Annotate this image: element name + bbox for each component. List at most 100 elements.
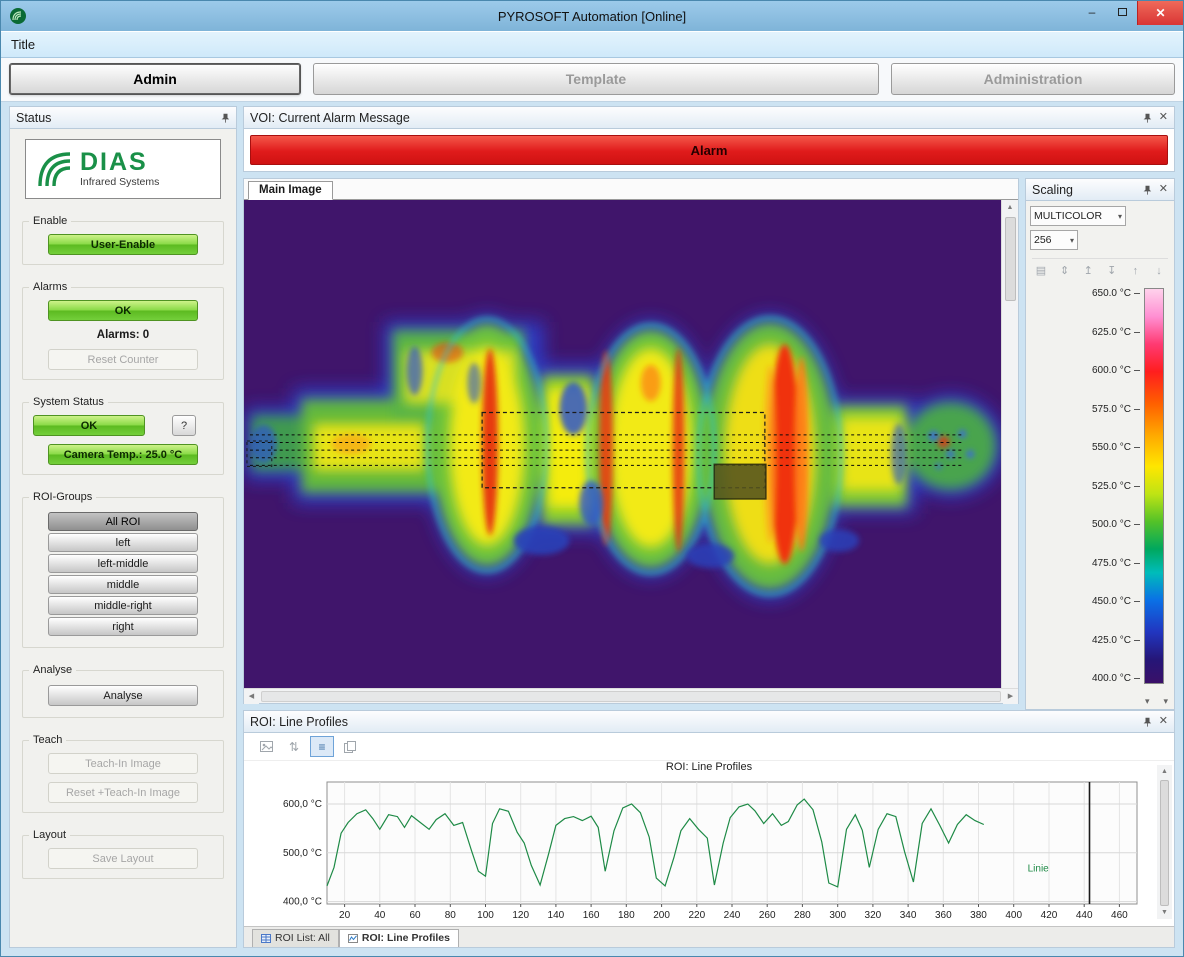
dias-logo-icon bbox=[34, 146, 74, 193]
autoscale-icon[interactable]: ⇕ bbox=[1056, 263, 1074, 280]
roi-group-all[interactable]: All ROI bbox=[48, 512, 198, 531]
reset-teach-in-button[interactable]: Reset +Teach-In Image bbox=[48, 782, 198, 803]
tab-line-profiles[interactable]: ROI: Line Profiles bbox=[339, 929, 459, 947]
levels-select[interactable]: 256 ▾ bbox=[1030, 230, 1078, 250]
teach-group: Teach Teach-In Image Reset +Teach-In Ima… bbox=[22, 740, 224, 813]
export-image-icon[interactable] bbox=[254, 736, 278, 757]
close-panel-icon[interactable]: ✕ bbox=[1159, 112, 1168, 123]
minimize-button[interactable]: – bbox=[1077, 1, 1107, 23]
lower-limit-up-icon[interactable]: ↑ bbox=[1126, 263, 1144, 280]
x-tick-label: 240 bbox=[724, 910, 741, 921]
status-panel-title: Status bbox=[16, 111, 51, 125]
image-horizontal-scrollbar[interactable]: ◀ ▶ bbox=[244, 688, 1018, 703]
voi-panel-body: Alarm bbox=[243, 129, 1175, 172]
analyse-button[interactable]: Analyse bbox=[48, 685, 198, 706]
tab-template[interactable]: Template bbox=[313, 63, 879, 95]
x-tick-label: 420 bbox=[1041, 910, 1058, 921]
profiles-tabs: ROI List: All ROI: Line Profiles bbox=[244, 926, 1174, 947]
analyse-group-label: Analyse bbox=[29, 664, 76, 676]
x-tick-label: 400 bbox=[1005, 910, 1022, 921]
system-ok-button[interactable]: OK bbox=[33, 415, 145, 436]
chevron-down-icon: ▾ bbox=[1070, 236, 1074, 245]
save-layout-button[interactable]: Save Layout bbox=[48, 848, 198, 869]
colorbar-option-icon[interactable]: ▾ bbox=[1163, 697, 1168, 706]
roi-group-middle[interactable]: middle bbox=[48, 575, 198, 594]
help-button[interactable]: ? bbox=[172, 415, 196, 436]
app-logo-icon bbox=[9, 7, 27, 25]
x-tick-label: 260 bbox=[759, 910, 776, 921]
roi-group-middle-right[interactable]: middle-right bbox=[48, 596, 198, 615]
x-tick-label: 460 bbox=[1111, 910, 1128, 921]
scrollbar-thumb[interactable] bbox=[1160, 780, 1169, 906]
title-bar: PYROSOFT Automation [Online] – ✕ bbox=[1, 1, 1183, 31]
colorbar-scale-label: 650.0 °C bbox=[1092, 288, 1140, 299]
pin-icon[interactable] bbox=[220, 113, 230, 123]
x-tick-label: 40 bbox=[374, 910, 386, 921]
scroll-left-icon[interactable]: ◀ bbox=[244, 689, 259, 704]
subtitle-bar: Title bbox=[1, 31, 1183, 58]
thermal-image-canvas[interactable] bbox=[244, 200, 1001, 688]
colorbar-scale-label: 625.0 °C bbox=[1092, 327, 1140, 338]
system-status-group: System Status OK ? Camera Temp.: 25.0 °C bbox=[22, 402, 224, 475]
scrollbar-thumb[interactable] bbox=[261, 691, 1001, 702]
x-tick-label: 80 bbox=[445, 910, 457, 921]
pin-icon[interactable] bbox=[1142, 113, 1152, 123]
tab-admin[interactable]: Admin bbox=[9, 63, 301, 95]
status-panel-header: Status bbox=[9, 106, 237, 129]
pin-icon[interactable] bbox=[1142, 185, 1152, 195]
line-profiles-body: ⇅ ≡ ROI: Line Profiles 20406080100120140… bbox=[243, 733, 1175, 948]
scaling-panel: Scaling ✕ MULTICOLOR ▾ 256 ▾ bbox=[1025, 178, 1175, 704]
chart-area: 2040608010012014016018020022024026028030… bbox=[244, 776, 1174, 926]
enable-group-label: Enable bbox=[29, 215, 71, 227]
alarms-group: Alarms OK Alarms: 0 Reset Counter bbox=[22, 287, 224, 380]
close-button[interactable]: ✕ bbox=[1137, 1, 1183, 25]
palette-select[interactable]: MULTICOLOR ▾ bbox=[1030, 206, 1126, 226]
profiles-toolbar: ⇅ ≡ bbox=[244, 733, 1174, 761]
maximize-button[interactable] bbox=[1107, 1, 1137, 23]
copy-icon[interactable] bbox=[338, 736, 362, 757]
roi-group-left[interactable]: left bbox=[48, 533, 198, 552]
scroll-right-icon[interactable]: ▶ bbox=[1003, 689, 1018, 704]
colorbar-scale-label: 425.0 °C bbox=[1092, 635, 1140, 646]
colorbar-scale-label: 550.0 °C bbox=[1092, 442, 1140, 453]
camera-temp-button[interactable]: Camera Temp.: 25.0 °C bbox=[48, 444, 198, 465]
scroll-up-icon[interactable]: ▲ bbox=[1158, 765, 1171, 778]
tab-roi-list[interactable]: ROI List: All bbox=[252, 929, 339, 947]
pin-icon[interactable] bbox=[1142, 717, 1152, 727]
list-view-icon[interactable]: ≡ bbox=[310, 736, 334, 757]
scroll-up-icon[interactable]: ▲ bbox=[1003, 200, 1018, 215]
x-tick-label: 100 bbox=[477, 910, 494, 921]
colorbar-area: 650.0 °C625.0 °C600.0 °C575.0 °C550.0 °C… bbox=[1030, 282, 1170, 704]
colorbar-scale-label: 600.0 °C bbox=[1092, 365, 1140, 376]
close-panel-icon[interactable]: ✕ bbox=[1159, 716, 1168, 727]
scrollbar-thumb[interactable] bbox=[1005, 217, 1016, 301]
scaling-panel-title: Scaling bbox=[1032, 183, 1073, 197]
window-title: PYROSOFT Automation [Online] bbox=[1, 9, 1183, 24]
roi-group-left-middle[interactable]: left-middle bbox=[48, 554, 198, 573]
x-tick-label: 140 bbox=[548, 910, 565, 921]
minimize-icon: – bbox=[1089, 5, 1096, 19]
lower-limit-down-icon[interactable]: ↓ bbox=[1150, 263, 1168, 280]
alarms-ok-button[interactable]: OK bbox=[48, 300, 198, 321]
scale-settings-icon[interactable]: ▤ bbox=[1032, 263, 1050, 280]
teach-in-button[interactable]: Teach-In Image bbox=[48, 753, 198, 774]
table-icon bbox=[261, 934, 271, 943]
image-vertical-scrollbar[interactable]: ▲ bbox=[1001, 200, 1018, 688]
x-tick-label: 340 bbox=[900, 910, 917, 921]
close-panel-icon[interactable]: ✕ bbox=[1159, 184, 1168, 195]
x-tick-label: 440 bbox=[1076, 910, 1093, 921]
tab-administration[interactable]: Administration bbox=[891, 63, 1175, 95]
scroll-down-icon[interactable]: ▼ bbox=[1158, 906, 1171, 919]
upper-limit-up-icon[interactable]: ↥ bbox=[1079, 263, 1097, 280]
x-tick-label: 180 bbox=[618, 910, 635, 921]
maximize-icon bbox=[1118, 8, 1127, 16]
profiles-vertical-scrollbar[interactable]: ▲ ▼ bbox=[1157, 765, 1172, 919]
roi-group-right[interactable]: right bbox=[48, 617, 198, 636]
sort-icon[interactable]: ⇅ bbox=[282, 736, 306, 757]
user-enable-button[interactable]: User-Enable bbox=[48, 234, 198, 255]
reset-counter-button[interactable]: Reset Counter bbox=[48, 349, 198, 370]
colorbar-option-icon[interactable]: ▾ bbox=[1145, 697, 1150, 706]
upper-limit-down-icon[interactable]: ↧ bbox=[1103, 263, 1121, 280]
tab-main-image[interactable]: Main Image bbox=[248, 181, 333, 200]
x-tick-label: 320 bbox=[865, 910, 882, 921]
